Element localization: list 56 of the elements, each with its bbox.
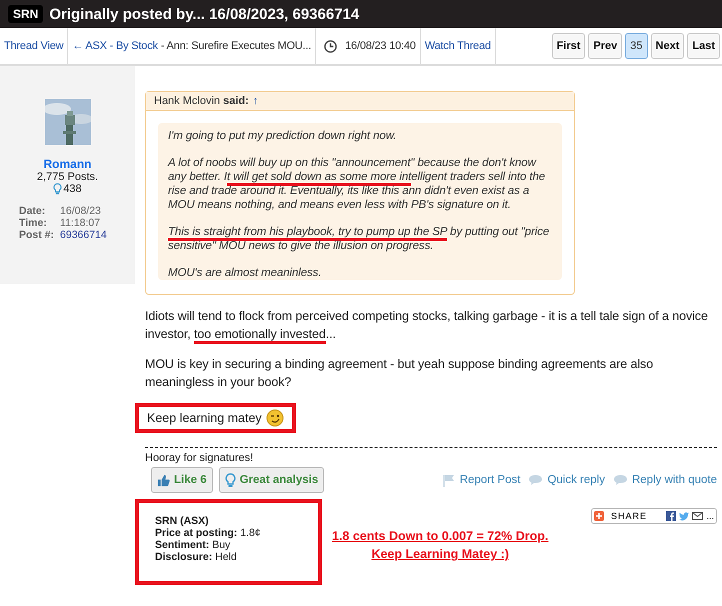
stock-name: SRN (ASX) [155,515,210,527]
like-button[interactable]: Like 6 [151,467,213,493]
share-label: SHARE [611,511,648,521]
flag-icon [442,474,456,486]
watch-thread-link[interactable]: Watch Thread [424,40,491,52]
post-time: 16/08/23 10:40 [345,40,416,52]
like-count: 438 [63,183,82,195]
quote-paragraph: A lot of noobs will buy up on this "announcement" because the don't know any better. It will get sold down as some more intelligent traders sell into the rise and trade around it. Eventually, its like this ann didn't even exist as a MOU means nothing, and means even less with PB's signature on it. [168,156,546,212]
thread-title: - Ann: Surefire Executes MOU... [160,40,312,52]
detail-value: 11:18:07 [60,217,102,229]
lightbulb-icon [53,183,62,195]
thread-view-link[interactable]: Thread View [4,40,64,52]
detail-label: Time: [19,217,48,229]
annotation-text: 1.8 cents Down to 0.007 = 72% Drop. [332,529,548,543]
post-action-link[interactable]: Quick reply [528,474,605,486]
page-button[interactable]: Next [650,33,684,59]
share-button[interactable]: SHARE ... [591,508,717,524]
winking-smiley-icon [266,409,284,427]
post-number-link[interactable]: 69366714 [60,229,107,241]
thumbs-up-icon [157,474,170,486]
mail-icon[interactable] [692,512,704,520]
detail-label: Date: [19,205,46,217]
quote-paragraph: I'm going to put my prediction down right now. [168,129,398,143]
disclosure-line: Disclosure: Held [155,551,238,563]
detail-label: Post #: [19,229,54,241]
page-button[interactable]: Last [687,33,720,59]
author-name[interactable]: Romann [44,157,92,171]
disclosure-line: Price at posting: 1.8¢ [155,527,262,539]
quote-source-link[interactable]: ↑ [252,95,258,107]
annotation-text: Keep Learning Matey :) [371,547,509,561]
post-action-link[interactable]: Report Post [442,474,520,486]
post-paragraph: Keep learning matey [147,411,262,425]
detail-value: 16/08/23 [60,205,102,217]
more-label[interactable]: ... [706,511,714,521]
post-paragraph: MOU is key in securing a binding agreement - but yeah suppose binding agreements are also meaningless in your book? [145,356,654,391]
lightbulb-icon [224,472,236,488]
quote-paragraph: This is straight from his playbook, try to pump up the SP by putting out "price sensitive" MOU news to give the illusion on progress. [168,225,550,253]
breadcrumb-link[interactable]: ← ASX - By Stock [72,40,158,52]
page-title: Originally posted by... 16/08/2023, 69366714 [49,6,360,22]
quote-paragraph: MOU's are almost meaninless. [168,266,322,280]
page-button[interactable]: Prev [588,33,622,59]
reaction-button[interactable]: Great analysis [218,467,324,493]
page-button[interactable]: 35 [625,33,648,59]
post-count: 2,775 Posts. [36,171,98,183]
clock-icon [324,40,338,52]
disclosure-line: Sentiment: Buy [155,539,232,551]
quote-author: Hank Mclovin said: [154,95,249,107]
signature-text: Hooray for signatures! [145,452,254,464]
plus-icon [594,511,604,521]
post-action-link[interactable]: Reply with quote [612,474,717,486]
post-paragraph: Idiots will tend to flock from perceived competing stocks, talking garbage - it is a tell tale sign of a novice investor, too emotionally invested... [145,307,717,343]
page-button[interactable]: First [552,33,586,59]
facebook-icon[interactable] [666,511,676,521]
speech-bubble-icon [528,474,544,486]
speech-bubble-icon [612,474,628,486]
stock-code-badge: SRN [8,5,44,23]
